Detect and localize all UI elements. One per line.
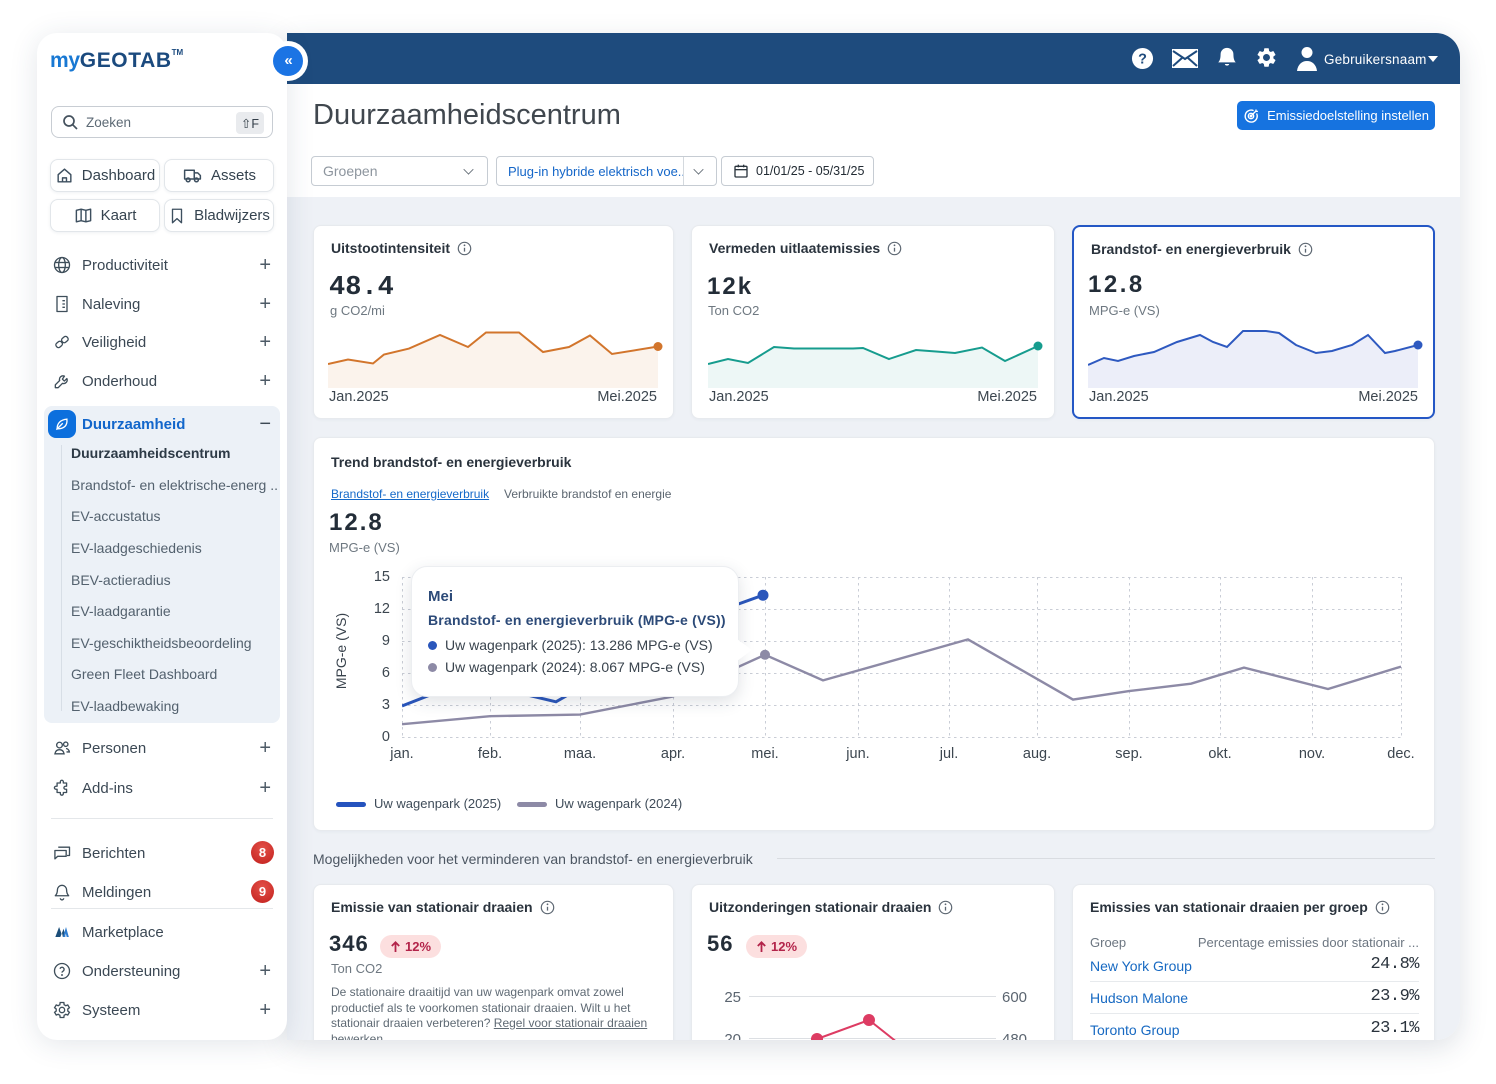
svg-text:?: ? (1138, 51, 1147, 67)
